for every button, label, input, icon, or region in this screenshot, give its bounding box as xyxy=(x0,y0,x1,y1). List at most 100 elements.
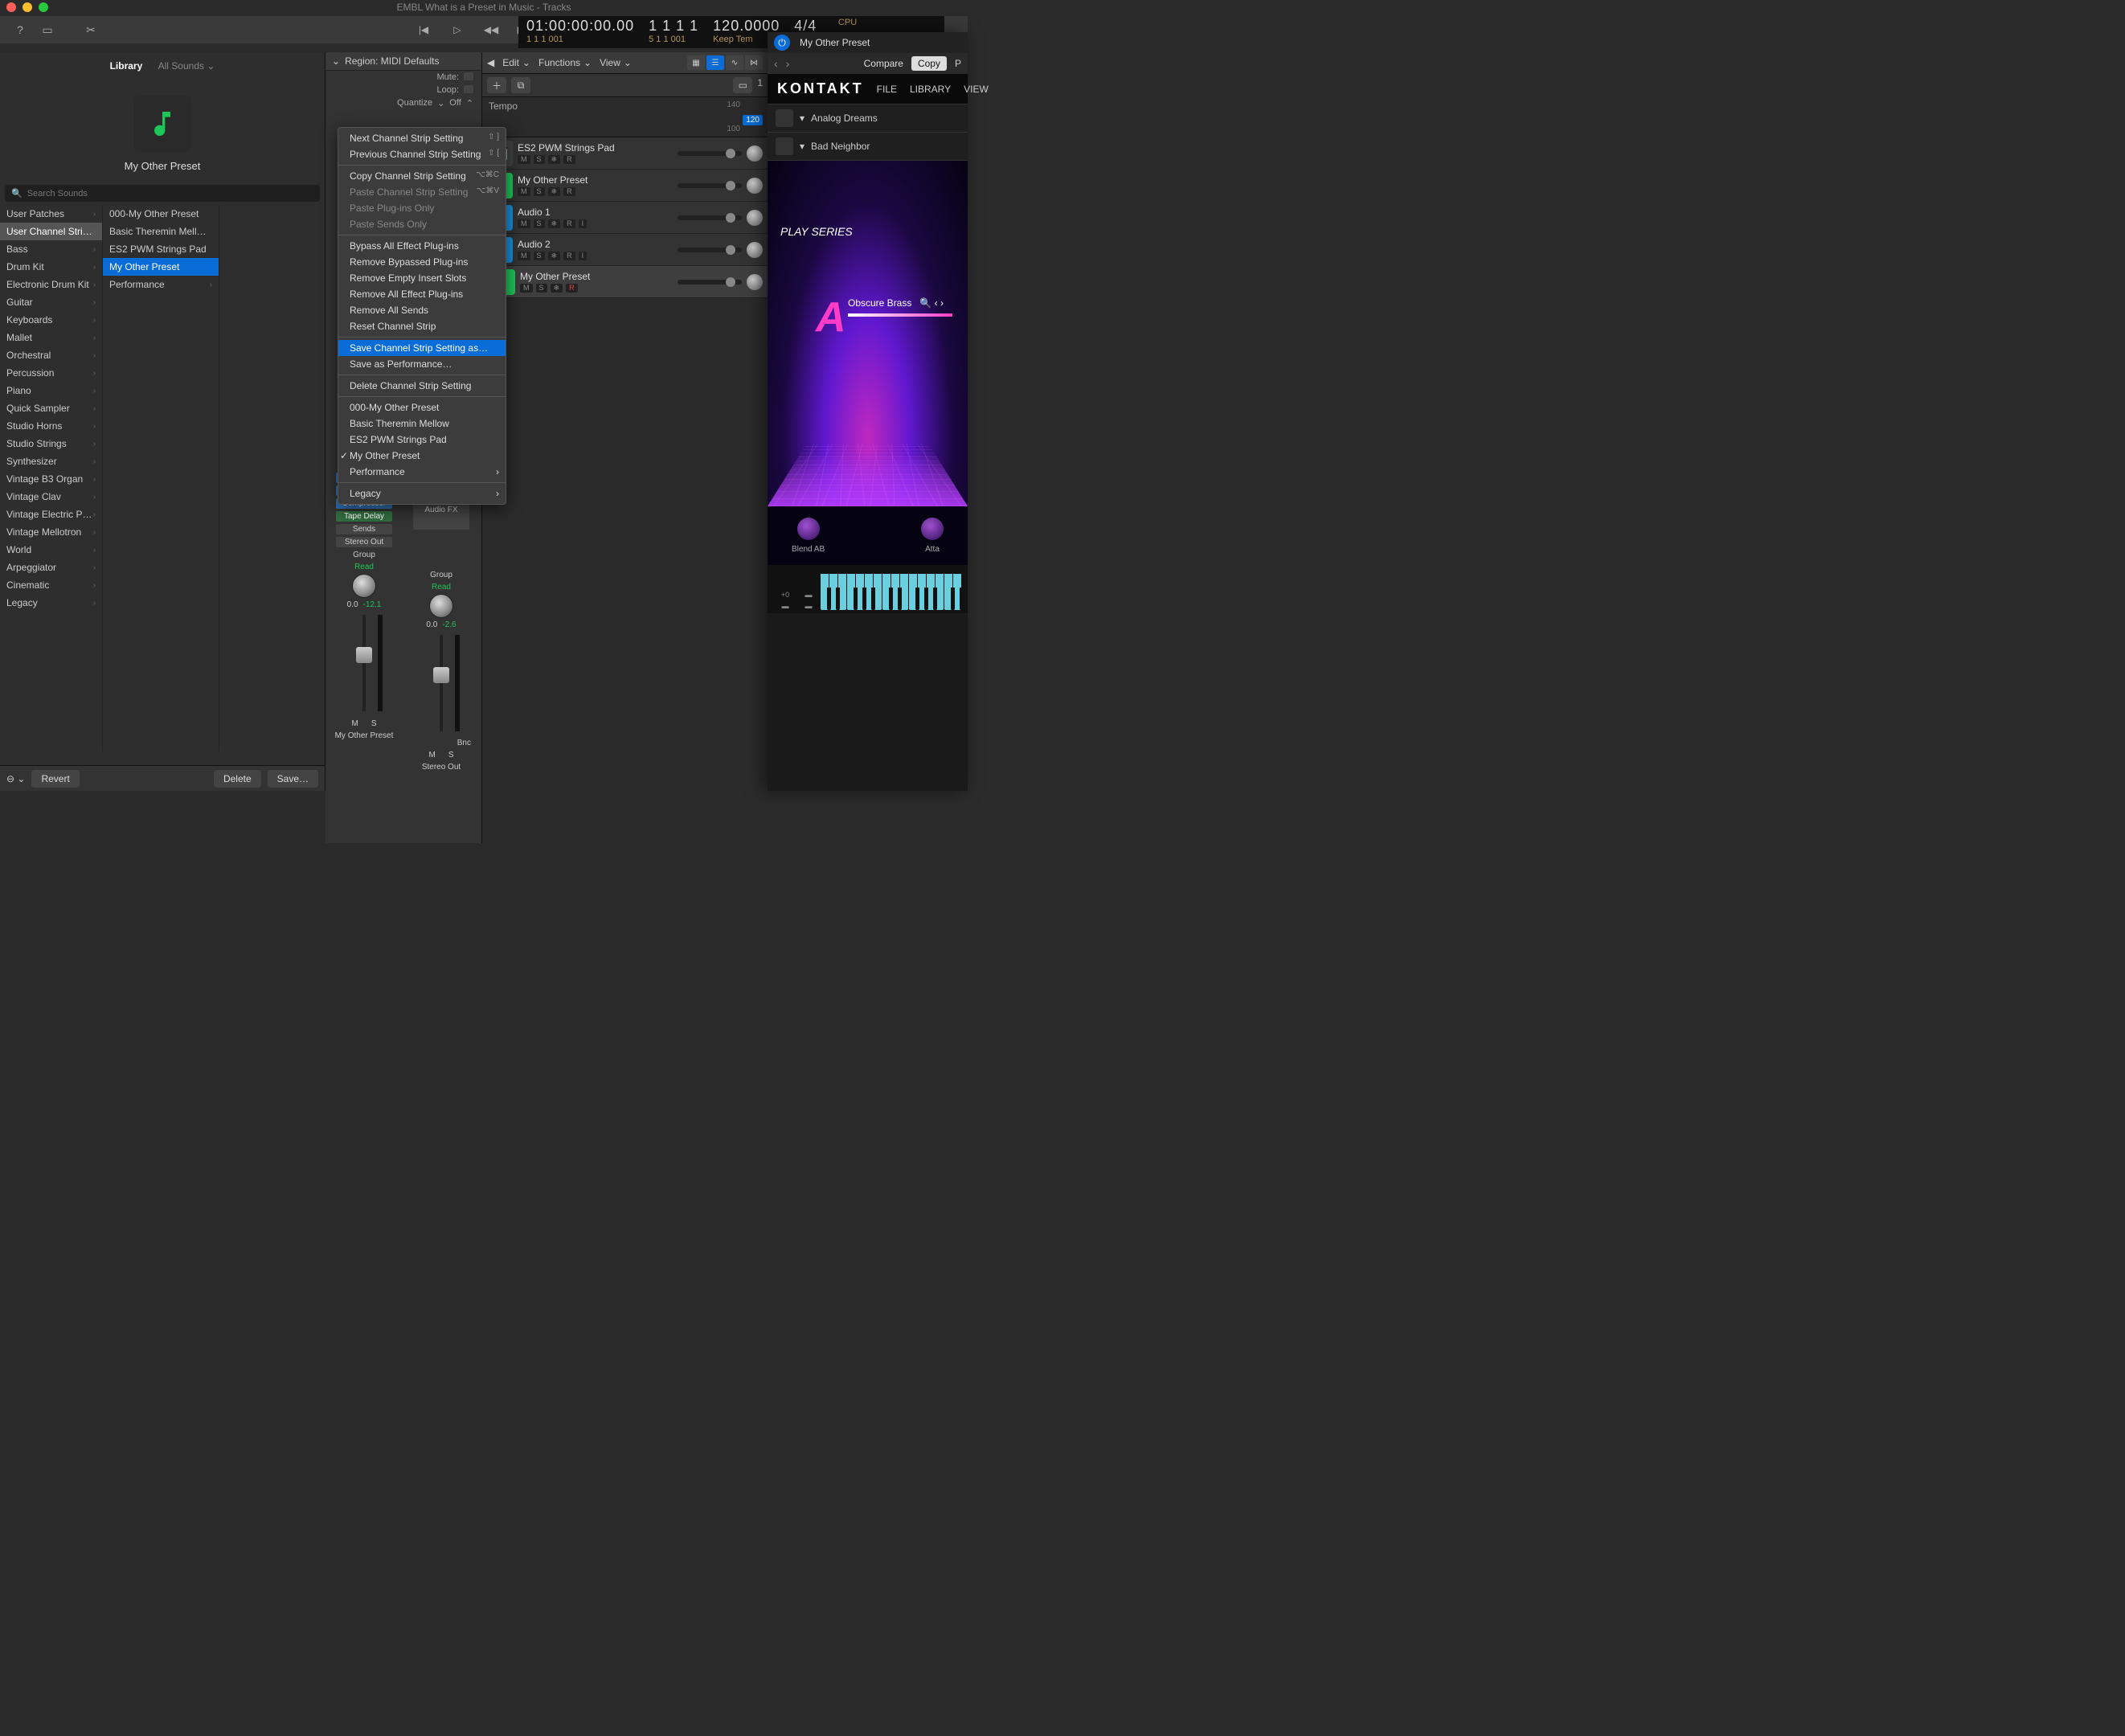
category-item[interactable]: Cinematic› xyxy=(0,576,102,594)
category-item[interactable]: Arpeggiator› xyxy=(0,559,102,576)
category-item[interactable]: Electronic Drum Kit› xyxy=(0,276,102,293)
menu-item[interactable]: Remove Empty Insert Slots xyxy=(338,270,506,286)
automation-icon[interactable]: ∿ xyxy=(726,55,743,70)
automation-read[interactable]: Read xyxy=(354,563,374,571)
track-record[interactable]: R xyxy=(563,252,575,260)
category-item[interactable]: Vintage B3 Organ› xyxy=(0,470,102,488)
piano-key[interactable] xyxy=(854,588,858,610)
track-freeze[interactable]: ❄ xyxy=(548,187,561,196)
track-record[interactable]: R xyxy=(563,219,575,228)
blend-knob[interactable] xyxy=(797,518,820,540)
track-pan-knob[interactable] xyxy=(747,178,763,194)
list-view-icon[interactable]: ☰ xyxy=(706,55,724,70)
piano-key[interactable] xyxy=(871,588,875,610)
instrument-slot-2[interactable]: ▾Bad Neighbor xyxy=(768,133,968,161)
track-pan-knob[interactable] xyxy=(747,145,763,162)
menu-item[interactable]: Remove All Effect Plug-ins xyxy=(338,286,506,302)
track-solo[interactable]: S xyxy=(534,252,545,260)
help-icon[interactable]: ? xyxy=(8,20,32,39)
volume-fader[interactable] xyxy=(440,635,443,731)
save-button[interactable]: Save… xyxy=(268,770,318,788)
go-to-start-button[interactable]: |◀ xyxy=(411,20,436,39)
category-item[interactable]: Studio Horns› xyxy=(0,417,102,435)
all-sounds-tab[interactable]: All Sounds ⌄ xyxy=(158,60,215,72)
duplicate-track-icon[interactable]: ⧉ xyxy=(511,77,530,93)
preset-item[interactable]: ES2 PWM Strings Pad xyxy=(103,240,219,258)
search-input[interactable]: 🔍 Search Sounds xyxy=(5,185,320,202)
prev-preset-button[interactable]: ‹ xyxy=(774,57,778,70)
revert-button[interactable]: Revert xyxy=(31,770,79,788)
loop-checkbox[interactable] xyxy=(464,85,473,93)
track-volume-slider[interactable] xyxy=(678,248,742,252)
delete-button[interactable]: Delete xyxy=(214,770,261,788)
automation-read[interactable]: Read xyxy=(432,583,451,592)
preset-item[interactable]: Basic Theremin Mell… xyxy=(103,223,219,240)
piano-key[interactable] xyxy=(898,588,902,610)
track-solo[interactable]: S xyxy=(534,187,545,196)
mute-button[interactable]: M xyxy=(424,750,440,760)
track-mute[interactable]: M xyxy=(518,155,530,164)
piano-key[interactable] xyxy=(951,588,955,610)
track-volume-slider[interactable] xyxy=(678,280,742,285)
category-item[interactable]: Synthesizer› xyxy=(0,452,102,470)
track-solo[interactable]: S xyxy=(534,155,545,164)
category-item[interactable]: World› xyxy=(0,541,102,559)
track-input-monitor[interactable]: I xyxy=(579,219,588,228)
options-icon[interactable]: ⊖ ⌄ xyxy=(6,773,25,784)
menu-item[interactable]: Basic Theremin Mellow xyxy=(338,416,506,432)
track-volume-slider[interactable] xyxy=(678,151,742,156)
category-item[interactable]: Piano› xyxy=(0,382,102,399)
pan-knob[interactable] xyxy=(352,574,376,598)
category-item[interactable]: Studio Strings› xyxy=(0,435,102,452)
play-button[interactable]: ▷ xyxy=(445,20,469,39)
track-mute[interactable]: M xyxy=(518,219,530,228)
track-freeze[interactable]: ❄ xyxy=(551,284,563,293)
track-mute[interactable]: M xyxy=(518,252,530,260)
category-item[interactable]: Vintage Clav› xyxy=(0,488,102,506)
track-solo[interactable]: S xyxy=(534,219,545,228)
track-header[interactable]: 🎹 ES2 PWM Strings Pad M S ❄ R xyxy=(482,137,768,170)
volume-fader[interactable] xyxy=(362,615,366,711)
track-header[interactable]: ♪ My Other Preset M S ❄ R xyxy=(482,266,768,298)
menu-item[interactable]: 000-My Other Preset xyxy=(338,399,506,416)
piano-key[interactable] xyxy=(924,588,928,610)
menu-item[interactable]: Legacy xyxy=(338,485,506,502)
track-mute[interactable]: M xyxy=(518,187,530,196)
bounce-label[interactable]: Bnc xyxy=(457,739,471,747)
category-item[interactable]: Guitar› xyxy=(0,293,102,311)
category-item[interactable]: Mallet› xyxy=(0,329,102,346)
virtual-keyboard[interactable]: +0▬ ▬▬ /* keys built below */ xyxy=(768,565,968,613)
sends-label[interactable]: Sends xyxy=(336,524,392,534)
category-item[interactable]: Bass› xyxy=(0,240,102,258)
mute-button[interactable]: M xyxy=(346,719,362,729)
solo-button[interactable]: S xyxy=(444,750,459,760)
tape-delay-slot[interactable]: Tape Delay xyxy=(336,511,392,522)
display-icon[interactable]: ▭ xyxy=(35,20,59,39)
category-item[interactable]: Keyboards› xyxy=(0,311,102,329)
track-volume-slider[interactable] xyxy=(678,215,742,220)
view-menu[interactable]: View ⌄ xyxy=(600,57,632,68)
menu-item[interactable]: Bypass All Effect Plug-ins xyxy=(338,238,506,254)
next-preset-button[interactable]: › xyxy=(786,57,790,70)
track-mute[interactable]: M xyxy=(520,284,533,293)
global-tempo-track[interactable]: Tempo 140 120 100 xyxy=(482,97,768,137)
track-record[interactable]: R xyxy=(563,155,575,164)
track-pan-knob[interactable] xyxy=(747,210,763,226)
category-item[interactable]: Vintage Mellotron› xyxy=(0,523,102,541)
region-header[interactable]: ⌄Region: MIDI Defaults xyxy=(326,52,481,71)
piano-key[interactable] xyxy=(889,588,893,610)
kontakt-view-menu[interactable]: VIEW xyxy=(964,84,989,95)
menu-item[interactable]: Previous Channel Strip Setting⇧ [ xyxy=(338,146,506,162)
preset-item[interactable]: 000-My Other Preset xyxy=(103,205,219,223)
preset-item[interactable]: Performance› xyxy=(103,276,219,293)
menu-item[interactable]: Copy Channel Strip Setting⌥⌘C xyxy=(338,168,506,184)
category-item[interactable]: Percussion› xyxy=(0,364,102,382)
category-item[interactable]: User Channel Stri…› xyxy=(0,223,102,240)
piano-key[interactable] xyxy=(827,588,831,610)
track-freeze[interactable]: ❄ xyxy=(548,252,561,260)
instrument-slot-1[interactable]: ▾Analog Dreams xyxy=(768,104,968,133)
edit-menu[interactable]: Edit ⌄ xyxy=(502,57,530,68)
piano-key[interactable] xyxy=(862,588,866,610)
category-item[interactable]: Quick Sampler› xyxy=(0,399,102,417)
menu-item[interactable]: Save Channel Strip Setting as… xyxy=(338,340,506,356)
